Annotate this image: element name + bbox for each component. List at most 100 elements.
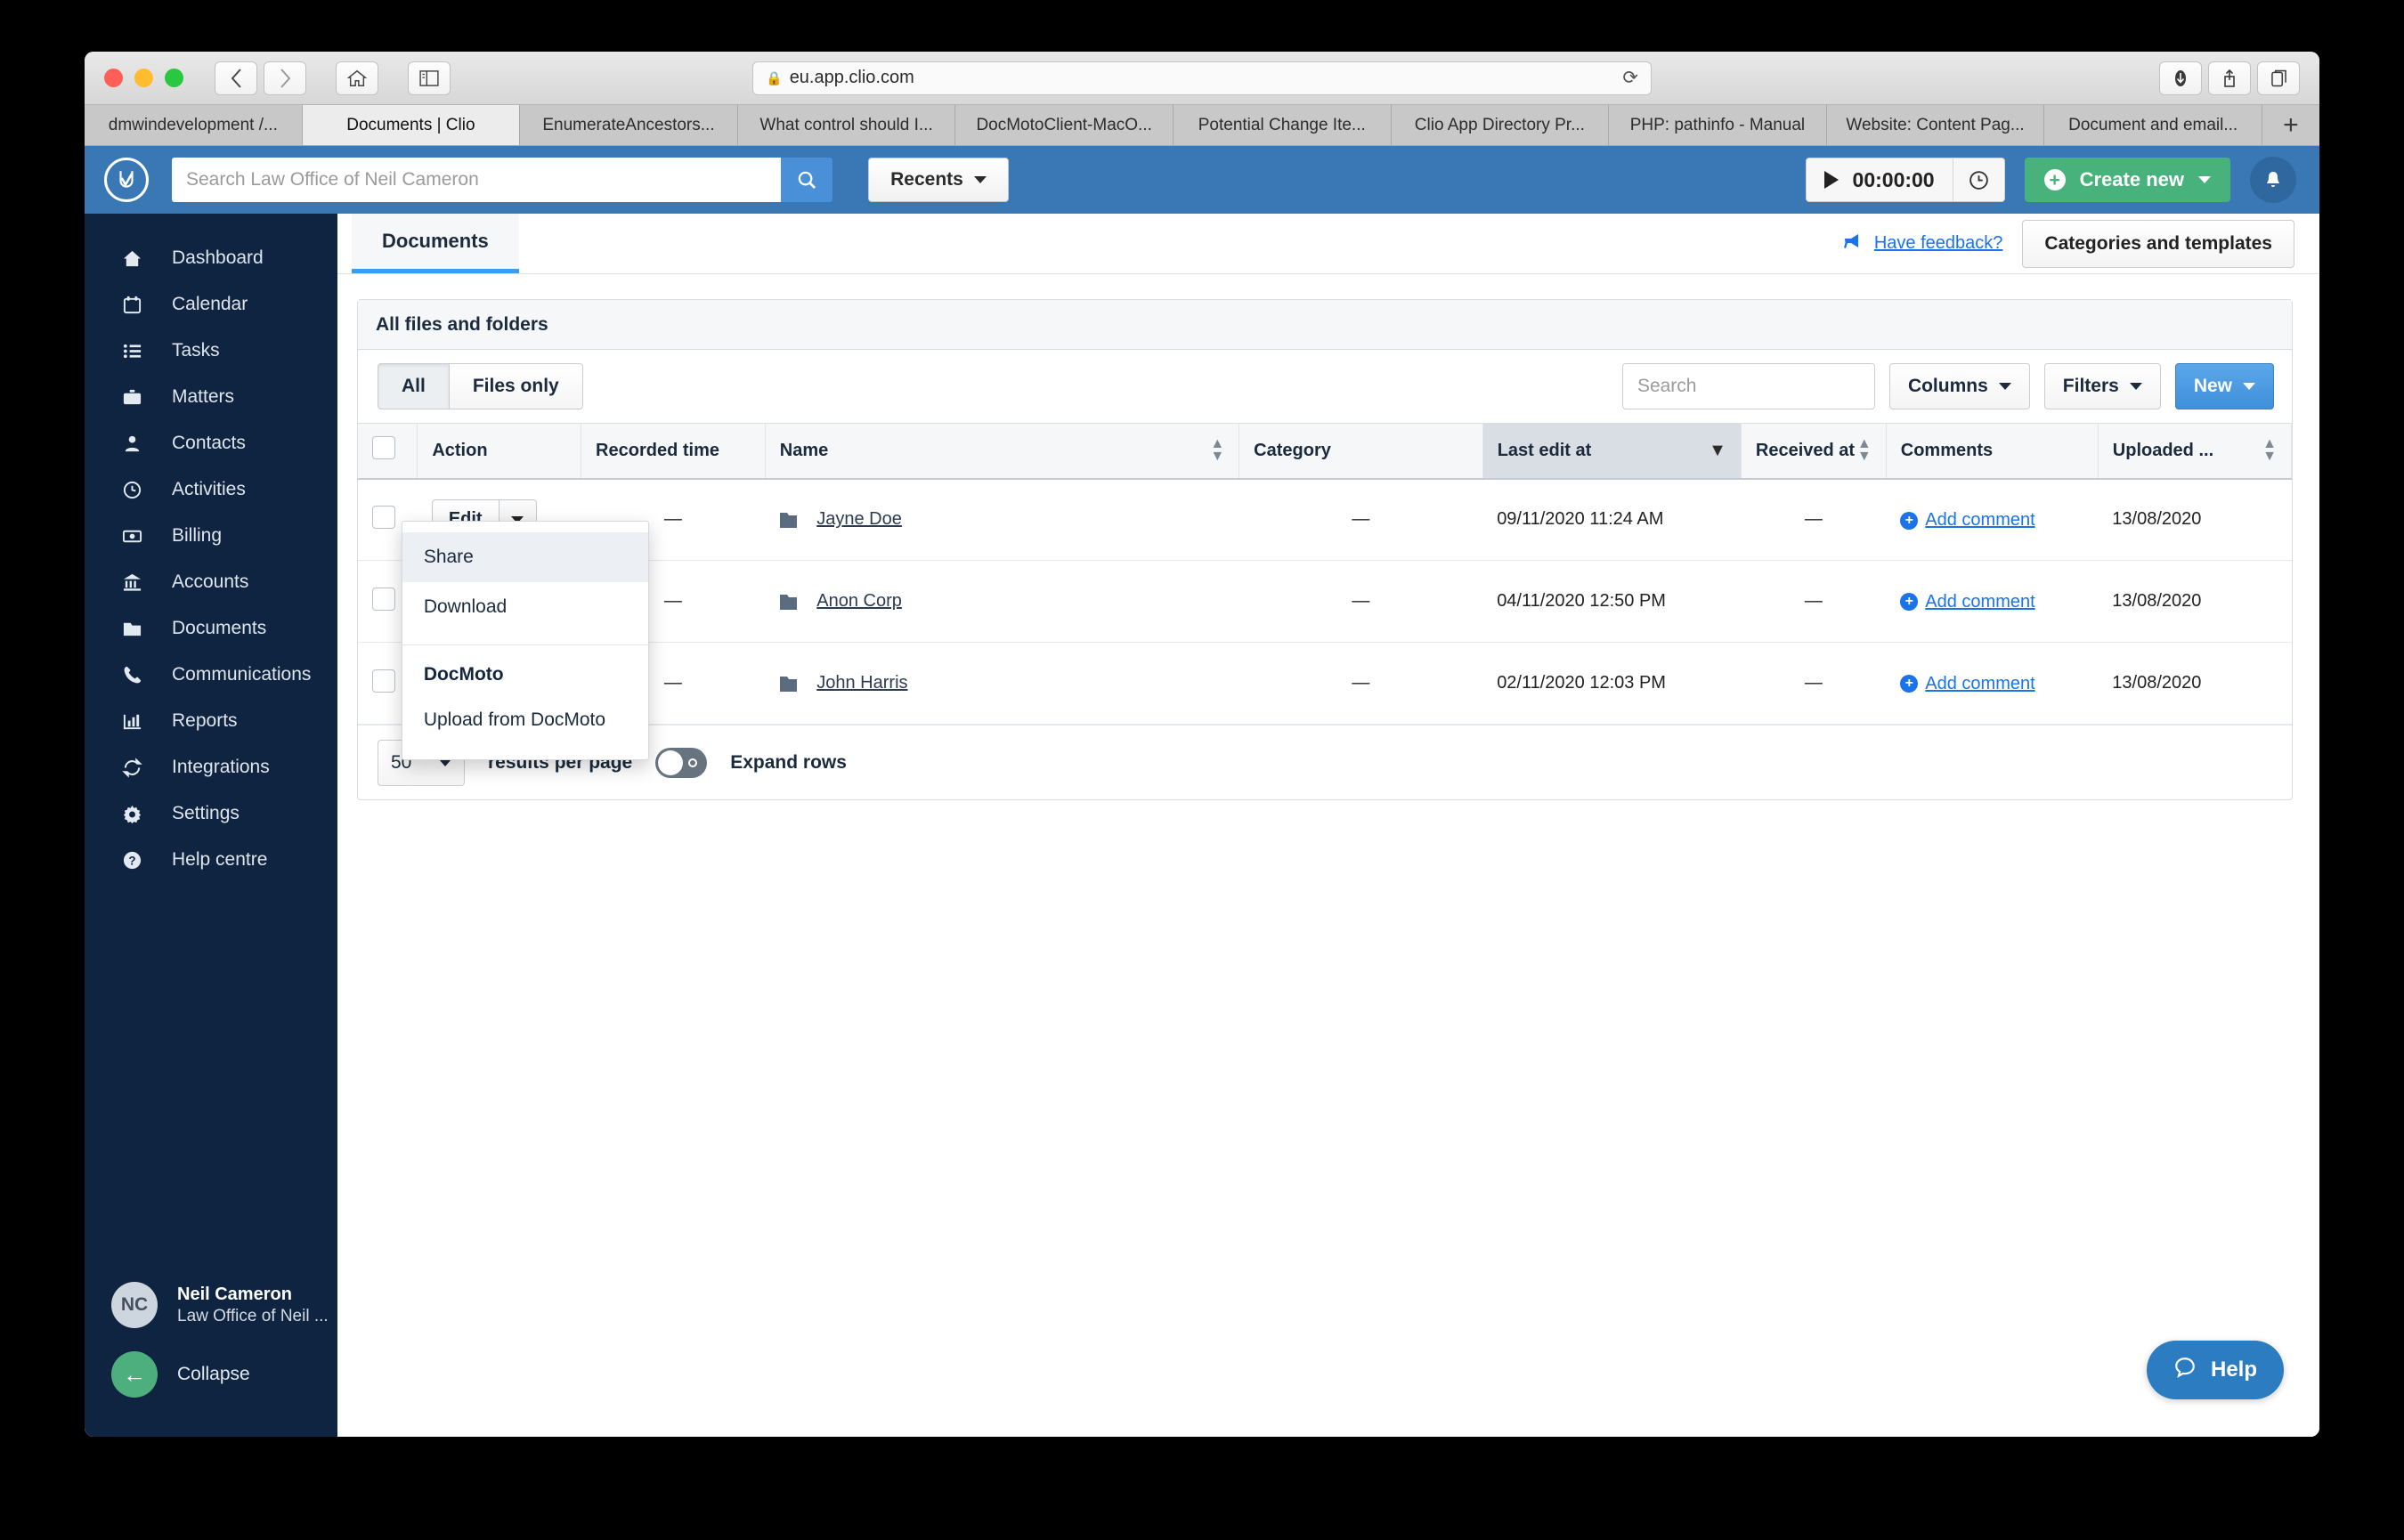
sidebar-item-label: Matters bbox=[172, 386, 235, 407]
sidebar-item-billing[interactable]: Billing bbox=[85, 513, 337, 559]
columns-button[interactable]: Columns bbox=[1888, 363, 2030, 409]
back-button[interactable] bbox=[215, 61, 257, 95]
sidebar-item-activities[interactable]: Activities bbox=[85, 466, 337, 513]
sidebar-item-dashboard[interactable]: Dashboard bbox=[85, 235, 337, 281]
column-header-action[interactable]: Action bbox=[417, 423, 582, 480]
table-search-input[interactable] bbox=[1621, 363, 1875, 409]
downloads-icon[interactable] bbox=[2159, 61, 2202, 95]
browser-tab[interactable]: dmwindevelopment /... bbox=[85, 105, 303, 145]
close-window-button[interactable] bbox=[104, 69, 123, 87]
browser-tab-active[interactable]: Documents | Clio bbox=[302, 105, 521, 145]
select-all-checkbox[interactable] bbox=[372, 436, 395, 460]
row-comments-cell[interactable]: + Add comment bbox=[1886, 642, 2099, 725]
table-row[interactable]: Edit Share Download DocMoto Upload from … bbox=[358, 478, 2292, 760]
help-button[interactable]: Help bbox=[2146, 1341, 2284, 1399]
sort-icon[interactable]: ▲ ▼ bbox=[1857, 436, 1872, 464]
column-header-recorded-time[interactable]: Recorded time bbox=[581, 423, 766, 480]
clock-icon[interactable] bbox=[1952, 158, 2004, 201]
row-name-link[interactable]: Jayne Doe bbox=[816, 509, 902, 530]
filters-button[interactable]: Filters bbox=[2043, 363, 2161, 409]
new-button[interactable]: New bbox=[2174, 363, 2274, 409]
browser-tab[interactable]: Document and email... bbox=[2044, 105, 2262, 145]
column-header-last-edit-at[interactable]: Last edit at ▼ bbox=[1482, 423, 1742, 480]
browser-tab[interactable]: What control should I... bbox=[738, 105, 956, 145]
sidebar-item-contacts[interactable]: Contacts bbox=[85, 420, 337, 466]
sidebar-toggle-button[interactable] bbox=[408, 61, 451, 95]
select-all-header[interactable] bbox=[358, 423, 418, 480]
expand-rows-toggle[interactable] bbox=[655, 747, 708, 778]
timer-start-button[interactable]: 00:00:00 bbox=[1807, 158, 1953, 201]
sidebar-item-label: Communications bbox=[172, 664, 312, 685]
timer-widget[interactable]: 00:00:00 bbox=[1805, 158, 2005, 202]
recents-button[interactable]: Recents bbox=[868, 158, 1009, 202]
filter-all-button[interactable]: All bbox=[378, 363, 450, 409]
clio-logo-icon[interactable] bbox=[104, 158, 149, 202]
row-checkbox[interactable] bbox=[372, 587, 395, 611]
chevron-down-icon bbox=[973, 176, 987, 183]
new-tab-button[interactable]: + bbox=[2262, 105, 2319, 145]
sidebar-item-settings[interactable]: Settings bbox=[85, 790, 337, 837]
sort-desc-icon[interactable]: ▼ bbox=[1709, 441, 1726, 461]
row-checkbox[interactable] bbox=[372, 505, 395, 529]
menu-item-download[interactable]: Download bbox=[402, 582, 648, 632]
address-bar[interactable]: 🔒 eu.app.clio.com ⟳ bbox=[752, 61, 1652, 95]
browser-tab[interactable]: Clio App Directory Pr... bbox=[1392, 105, 1610, 145]
global-search-input[interactable] bbox=[172, 158, 781, 202]
categories-and-templates-button[interactable]: Categories and templates bbox=[2022, 219, 2294, 268]
column-header-category[interactable]: Category bbox=[1239, 423, 1483, 480]
sidebar-item-documents[interactable]: Documents bbox=[85, 605, 337, 652]
browser-tab[interactable]: PHP: pathinfo - Manual bbox=[1609, 105, 1827, 145]
notifications-bell-icon[interactable] bbox=[2250, 157, 2296, 203]
column-header-uploaded[interactable]: Uploaded ... ▲ ▼ bbox=[2098, 423, 2293, 480]
tabs-icon[interactable] bbox=[2257, 61, 2300, 95]
row-name-cell[interactable]: John Harris bbox=[765, 642, 1239, 725]
menu-item-upload-from-docmoto[interactable]: Upload from DocMoto bbox=[402, 695, 648, 745]
app-header-actions: 00:00:00 + Create new bbox=[1805, 157, 2296, 203]
column-header-received-at[interactable]: Received at ▲ ▼ bbox=[1741, 423, 1887, 480]
add-comment-link[interactable]: + Add comment bbox=[1900, 510, 2035, 531]
share-icon[interactable] bbox=[2208, 61, 2251, 95]
row-name-link[interactable]: John Harris bbox=[816, 673, 907, 693]
global-search[interactable] bbox=[172, 158, 832, 202]
sidebar-item-integrations[interactable]: Integrations bbox=[85, 744, 337, 790]
menu-item-share[interactable]: Share bbox=[402, 531, 648, 582]
filter-files-only-button[interactable]: Files only bbox=[449, 363, 583, 409]
collapse-label: Collapse bbox=[177, 1364, 250, 1384]
column-header-comments[interactable]: Comments bbox=[1886, 423, 2099, 480]
sort-icon[interactable]: ▲ ▼ bbox=[1210, 436, 1224, 464]
tab-documents[interactable]: Documents bbox=[352, 214, 519, 273]
sidebar-item-calendar[interactable]: Calendar bbox=[85, 281, 337, 328]
add-comment-link[interactable]: + Add comment bbox=[1900, 592, 2035, 612]
browser-tab[interactable]: EnumerateAncestors... bbox=[520, 105, 738, 145]
search-icon[interactable] bbox=[781, 158, 832, 202]
user-profile[interactable]: NC Neil Cameron Law Office of Neil ... bbox=[85, 1282, 337, 1328]
browser-tab[interactable]: Website: Content Pag... bbox=[1827, 105, 2045, 145]
maximize-window-button[interactable] bbox=[165, 69, 183, 87]
sidebar-item-reports[interactable]: Reports bbox=[85, 698, 337, 744]
browser-tab[interactable]: Potential Change Ite... bbox=[1174, 105, 1392, 145]
sort-icon[interactable]: ▲ ▼ bbox=[2262, 436, 2277, 464]
reload-icon[interactable]: ⟳ bbox=[1622, 67, 1638, 89]
column-label: Category bbox=[1254, 440, 1331, 460]
sidebar-item-help-centre[interactable]: ? Help centre bbox=[85, 837, 337, 883]
bank-icon bbox=[120, 572, 143, 593]
browser-tab[interactable]: DocMotoClient-MacO... bbox=[955, 105, 1174, 145]
row-comments-cell[interactable]: + Add comment bbox=[1886, 560, 2099, 643]
row-name-cell[interactable]: Jayne Doe bbox=[765, 478, 1239, 561]
home-button[interactable] bbox=[336, 61, 378, 95]
add-comment-link[interactable]: + Add comment bbox=[1900, 674, 2035, 694]
row-comments-cell[interactable]: + Add comment bbox=[1886, 478, 2099, 561]
forward-button[interactable] bbox=[264, 61, 306, 95]
row-checkbox[interactable] bbox=[372, 669, 395, 693]
minimize-window-button[interactable] bbox=[134, 69, 153, 87]
have-feedback-link[interactable]: Have feedback? bbox=[1842, 232, 2002, 255]
sidebar-item-accounts[interactable]: Accounts bbox=[85, 559, 337, 605]
column-header-name[interactable]: Name ▲ ▼ bbox=[765, 423, 1240, 480]
row-name-link[interactable]: Anon Corp bbox=[816, 591, 902, 612]
sidebar-item-matters[interactable]: Matters bbox=[85, 374, 337, 420]
sidebar-item-tasks[interactable]: Tasks bbox=[85, 328, 337, 374]
collapse-sidebar-button[interactable]: ← Collapse bbox=[85, 1351, 337, 1398]
row-name-cell[interactable]: Anon Corp bbox=[765, 560, 1239, 643]
create-new-button[interactable]: + Create new bbox=[2024, 158, 2230, 202]
sidebar-item-communications[interactable]: Communications bbox=[85, 652, 337, 698]
